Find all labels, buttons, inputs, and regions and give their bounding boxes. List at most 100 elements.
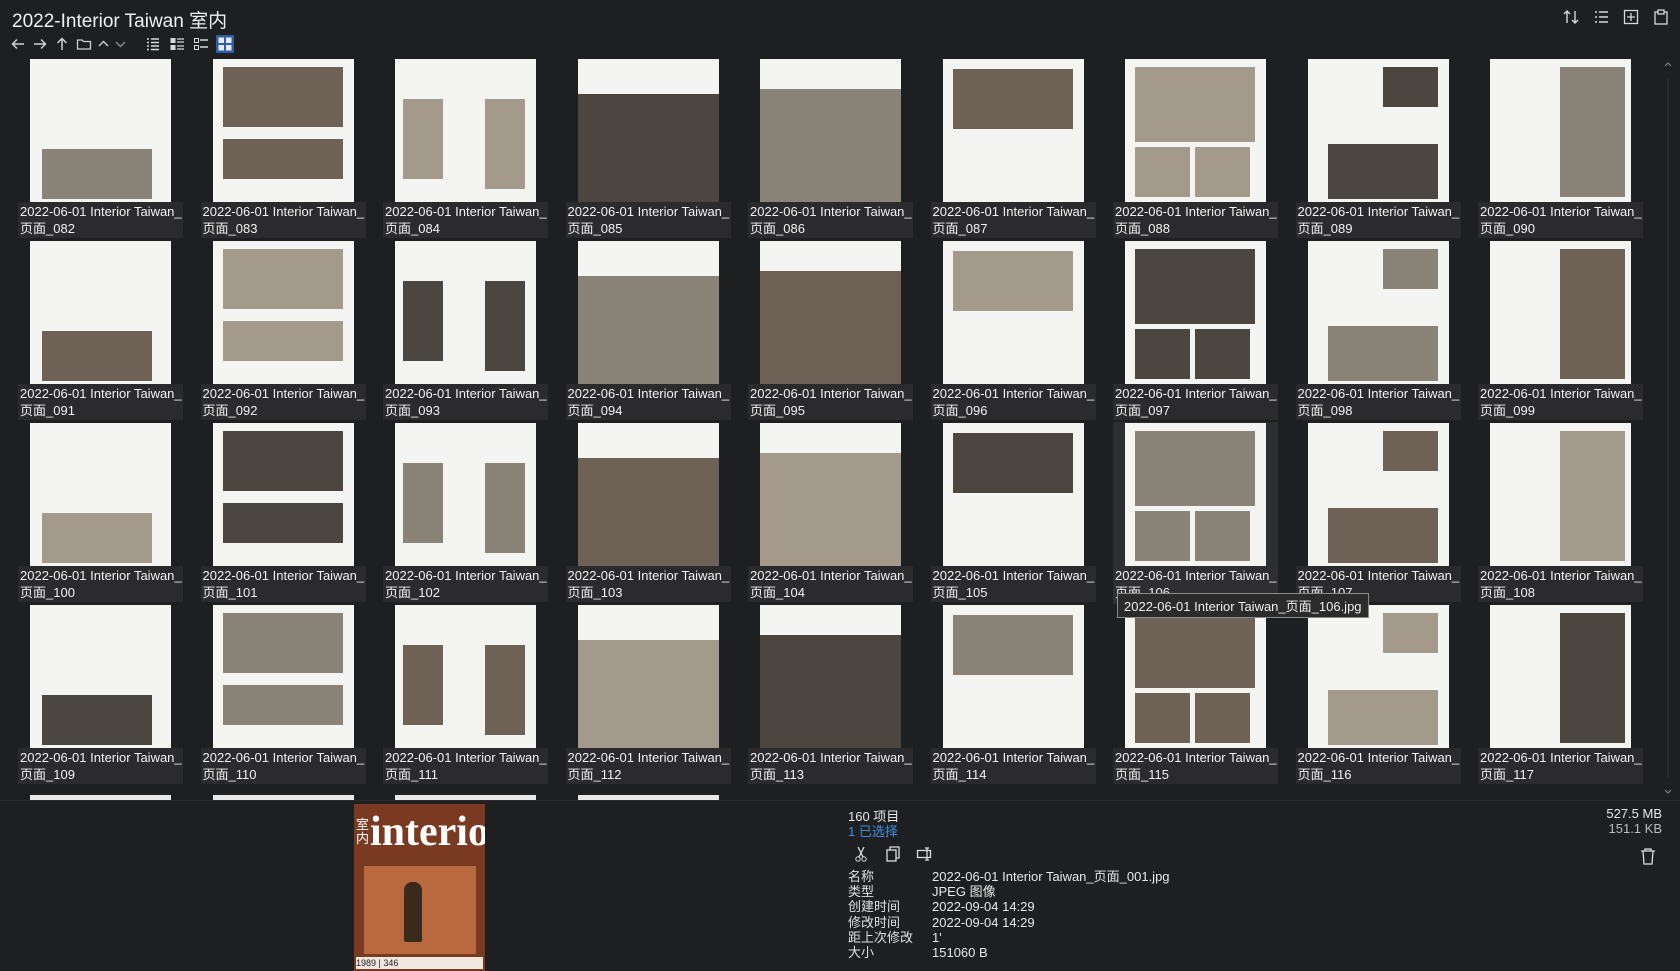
thumbnail-image bbox=[577, 605, 719, 748]
trash-icon[interactable] bbox=[1640, 847, 1656, 865]
thumbnail-item[interactable]: 2022-06-01 Interior Taiwan_ 页面_094 bbox=[565, 240, 731, 422]
thumbnails-view-icon[interactable] bbox=[216, 35, 234, 53]
thumbnail-caption: 2022-06-01 Interior Taiwan_ 页面_095 bbox=[748, 384, 913, 420]
filename-line2: 页面_091 bbox=[20, 403, 75, 418]
thumbnail-item[interactable]: 2022-06-01 Interior Taiwan_ 页面_102 bbox=[383, 422, 548, 604]
thumbnail-item[interactable]: 2022-06-01 Interior Taiwan_ 页面_084 bbox=[383, 58, 548, 240]
filename-line1: 2022-06-01 Interior Taiwan_ bbox=[202, 568, 365, 583]
cut-icon[interactable] bbox=[852, 845, 870, 863]
thumbnail-item[interactable]: 2022-06-01 Interior Taiwan_ 页面_105 bbox=[930, 422, 1096, 604]
thumbnail-image bbox=[395, 605, 536, 748]
folder-icon[interactable] bbox=[76, 36, 92, 52]
thumbnail-item[interactable]: 2022-06-01 Interior Taiwan_ 页面_112 bbox=[565, 604, 731, 786]
thumbnail-item[interactable]: 2022-06-01 Interior Taiwan_ 页面_091 bbox=[18, 240, 183, 422]
thumbnail-caption: 2022-06-01 Interior Taiwan_ 页面_085 bbox=[565, 202, 731, 238]
details-view-icon[interactable] bbox=[168, 35, 186, 53]
filename-line2: 页面_103 bbox=[567, 585, 623, 600]
thumbnail-image bbox=[212, 241, 354, 384]
list-view-icon[interactable] bbox=[144, 35, 162, 53]
property-key: 距上次修改 bbox=[848, 929, 914, 945]
thumbnail-item[interactable]: 2022-06-01 Interior Taiwan_ 页面_103 bbox=[565, 422, 731, 604]
thumbnail-item[interactable]: 2022-06-01 Interior Taiwan_ 页面_098 bbox=[1295, 240, 1461, 422]
add-panel-icon[interactable] bbox=[1622, 8, 1640, 26]
thumbnail-item[interactable]: 2022-06-01 Interior Taiwan_ 页面_085 bbox=[565, 58, 731, 240]
thumbnail-image bbox=[1307, 605, 1449, 748]
thumbnail-image bbox=[1490, 241, 1631, 384]
up-arrow-icon[interactable] bbox=[54, 36, 70, 52]
thumbnail-item[interactable]: 2022-06-01 Interior Taiwan_ 页面_092 bbox=[200, 240, 366, 422]
thumbnail-item[interactable]: 2022-06-01 Interior Taiwan_ 页面_083 bbox=[200, 58, 366, 240]
back-arrow-icon[interactable] bbox=[10, 36, 26, 52]
filename-line2: 页面_082 bbox=[20, 221, 75, 236]
thumbnail-item[interactable]: 2022-06-01 Interior Taiwan_ 页面_110 bbox=[200, 604, 366, 786]
thumbnail-item[interactable]: 2022-06-01 Interior Taiwan_ 页面_095 bbox=[748, 240, 913, 422]
thumbnail-item[interactable]: 2022-06-01 Interior Taiwan_ 页面_115 bbox=[1113, 604, 1278, 786]
thumbnail-image bbox=[1125, 59, 1266, 202]
thumbnail-item[interactable]: 2022-06-01 Interior Taiwan_ 页面_104 bbox=[748, 422, 913, 604]
filename-line1: 2022-06-01 Interior Taiwan_ bbox=[750, 568, 912, 583]
thumbnail-photo-block bbox=[1560, 431, 1625, 561]
thumbnail-photo-block bbox=[222, 613, 343, 673]
thumbnail-photo-block bbox=[1560, 249, 1625, 379]
thumbnail-item[interactable]: 2022-06-01 Interior Taiwan_ 页面_093 bbox=[383, 240, 548, 422]
chevron-down-icon[interactable] bbox=[115, 36, 126, 52]
sort-icon[interactable] bbox=[1562, 8, 1580, 26]
thumbnail-item[interactable]: 2022-06-01 Interior Taiwan_页面_107 bbox=[1295, 422, 1461, 604]
filename-tooltip: 2022-06-01 Interior Taiwan_页面_106.jpg bbox=[1117, 593, 1369, 618]
thumbnail-caption: 2022-06-01 Interior Taiwan_ 页面_097 bbox=[1113, 384, 1278, 420]
property-row: 距上次修改 1' bbox=[848, 930, 1170, 945]
rename-icon[interactable] bbox=[916, 845, 934, 863]
thumbnail-photo-block bbox=[577, 94, 719, 202]
thumbnail-item[interactable]: 2022-06-01 Interior Taiwan_ 页面_097 bbox=[1113, 240, 1278, 422]
copy-icon[interactable] bbox=[884, 845, 902, 863]
filename-line1: 2022-06-01 Interior Taiwan_ bbox=[202, 204, 365, 219]
thumbnail-photo-block bbox=[1135, 67, 1255, 142]
thumbnail-image bbox=[1307, 59, 1449, 202]
thumbnail-caption: 2022-06-01 Interior Taiwan_ 页面_109 bbox=[18, 748, 183, 784]
filename-line1: 2022-06-01 Interior Taiwan_ bbox=[385, 750, 547, 765]
thumbnail-item[interactable]: 2022-06-01 Interior Taiwan_ 页面_109 bbox=[18, 604, 183, 786]
tiles-view-icon[interactable] bbox=[192, 35, 210, 53]
thumbnail-image bbox=[760, 423, 901, 566]
thumbnail-image bbox=[30, 423, 171, 566]
filename-line1: 2022-06-01 Interior Taiwan_ bbox=[932, 750, 1095, 765]
thumbnail-photo-block bbox=[222, 685, 343, 725]
thumbnail-item[interactable]: 2022-06-01 Interior Taiwan_ 页面_108 bbox=[1478, 422, 1643, 604]
cover-preview: 室内 interior 1989 | 346 bbox=[354, 804, 485, 971]
thumbnail-item[interactable]: 2022-06-01 Interior Taiwan_ 页面_101 bbox=[200, 422, 366, 604]
thumbnail-photo-block bbox=[222, 67, 343, 127]
thumbnail-item[interactable]: 2022-06-01 Interior Taiwan_ 页面_082 bbox=[18, 58, 183, 240]
thumbnail-image bbox=[577, 59, 719, 202]
thumbnail-item[interactable]: 2022-06-01 Interior Taiwan_ 页面_089 bbox=[1295, 58, 1461, 240]
thumbnail-item[interactable]: 2022-06-01 Interior Taiwan_ 页面_100 bbox=[18, 422, 183, 604]
thumbnail-photo-block bbox=[1382, 67, 1438, 107]
thumbnail-photo-block bbox=[222, 139, 343, 179]
clipboard-icon[interactable] bbox=[1652, 8, 1670, 26]
thumbnail-item[interactable]: 2022-06-01 Interior Taiwan_ 页面_087 bbox=[930, 58, 1096, 240]
details-icon[interactable] bbox=[1592, 8, 1610, 26]
thumbnail-item[interactable]: 2022-06-01 Interior Taiwan_ 页面_096 bbox=[930, 240, 1096, 422]
thumbnail-item[interactable]: 2022-06-01 Interior Taiwan_页面_106 bbox=[1113, 422, 1278, 604]
thumbnail-item[interactable]: 2022-06-01 Interior Taiwan_ 页面_113 bbox=[748, 604, 913, 786]
filename-line2: 页面_089 bbox=[1297, 221, 1353, 236]
property-value: 2022-06-01 Interior Taiwan_页面_001.jpg bbox=[932, 869, 1170, 884]
thumbnail-photo-block bbox=[42, 149, 152, 199]
thumbnail-item[interactable]: 2022-06-01 Interior Taiwan_ 页面_099 bbox=[1478, 240, 1643, 422]
thumbnail-item[interactable]: 2022-06-01 Interior Taiwan_ 页面_088 bbox=[1113, 58, 1278, 240]
thumbnail-item[interactable]: 2022-06-01 Interior Taiwan_ 页面_111 bbox=[383, 604, 548, 786]
thumbnail-item[interactable]: 2022-06-01 Interior Taiwan_ 页面_086 bbox=[748, 58, 913, 240]
thumbnail-item[interactable]: 2022-06-01 Interior Taiwan_ 页面_114 bbox=[930, 604, 1096, 786]
thumbnail-image bbox=[395, 59, 536, 202]
forward-arrow-icon[interactable] bbox=[32, 36, 48, 52]
thumbnail-photo-block bbox=[1560, 613, 1625, 743]
thumbnail-photo-block bbox=[1135, 431, 1255, 506]
vertical-scrollbar[interactable] bbox=[1664, 58, 1672, 798]
thumbnail-item[interactable]: 2022-06-01 Interior Taiwan_ 页面_117 bbox=[1478, 604, 1643, 786]
thumbnail-item[interactable]: 2022-06-01 Interior Taiwan_ 页面_090 bbox=[1478, 58, 1643, 240]
filename-line1: 2022-06-01 Interior Taiwan_ bbox=[567, 386, 730, 401]
chevron-up-icon[interactable] bbox=[98, 36, 109, 52]
thumbnail-caption: 2022-06-01 Interior Taiwan_ 页面_103 bbox=[565, 566, 731, 602]
thumbnail-item[interactable]: 2022-06-01 Interior Taiwan_ 页面_116 bbox=[1295, 604, 1461, 786]
filename-line1: 2022-06-01 Interior Taiwan_ bbox=[20, 386, 182, 401]
filename-line1: 2022-06-01 Interior Taiwan_ bbox=[1115, 204, 1277, 219]
